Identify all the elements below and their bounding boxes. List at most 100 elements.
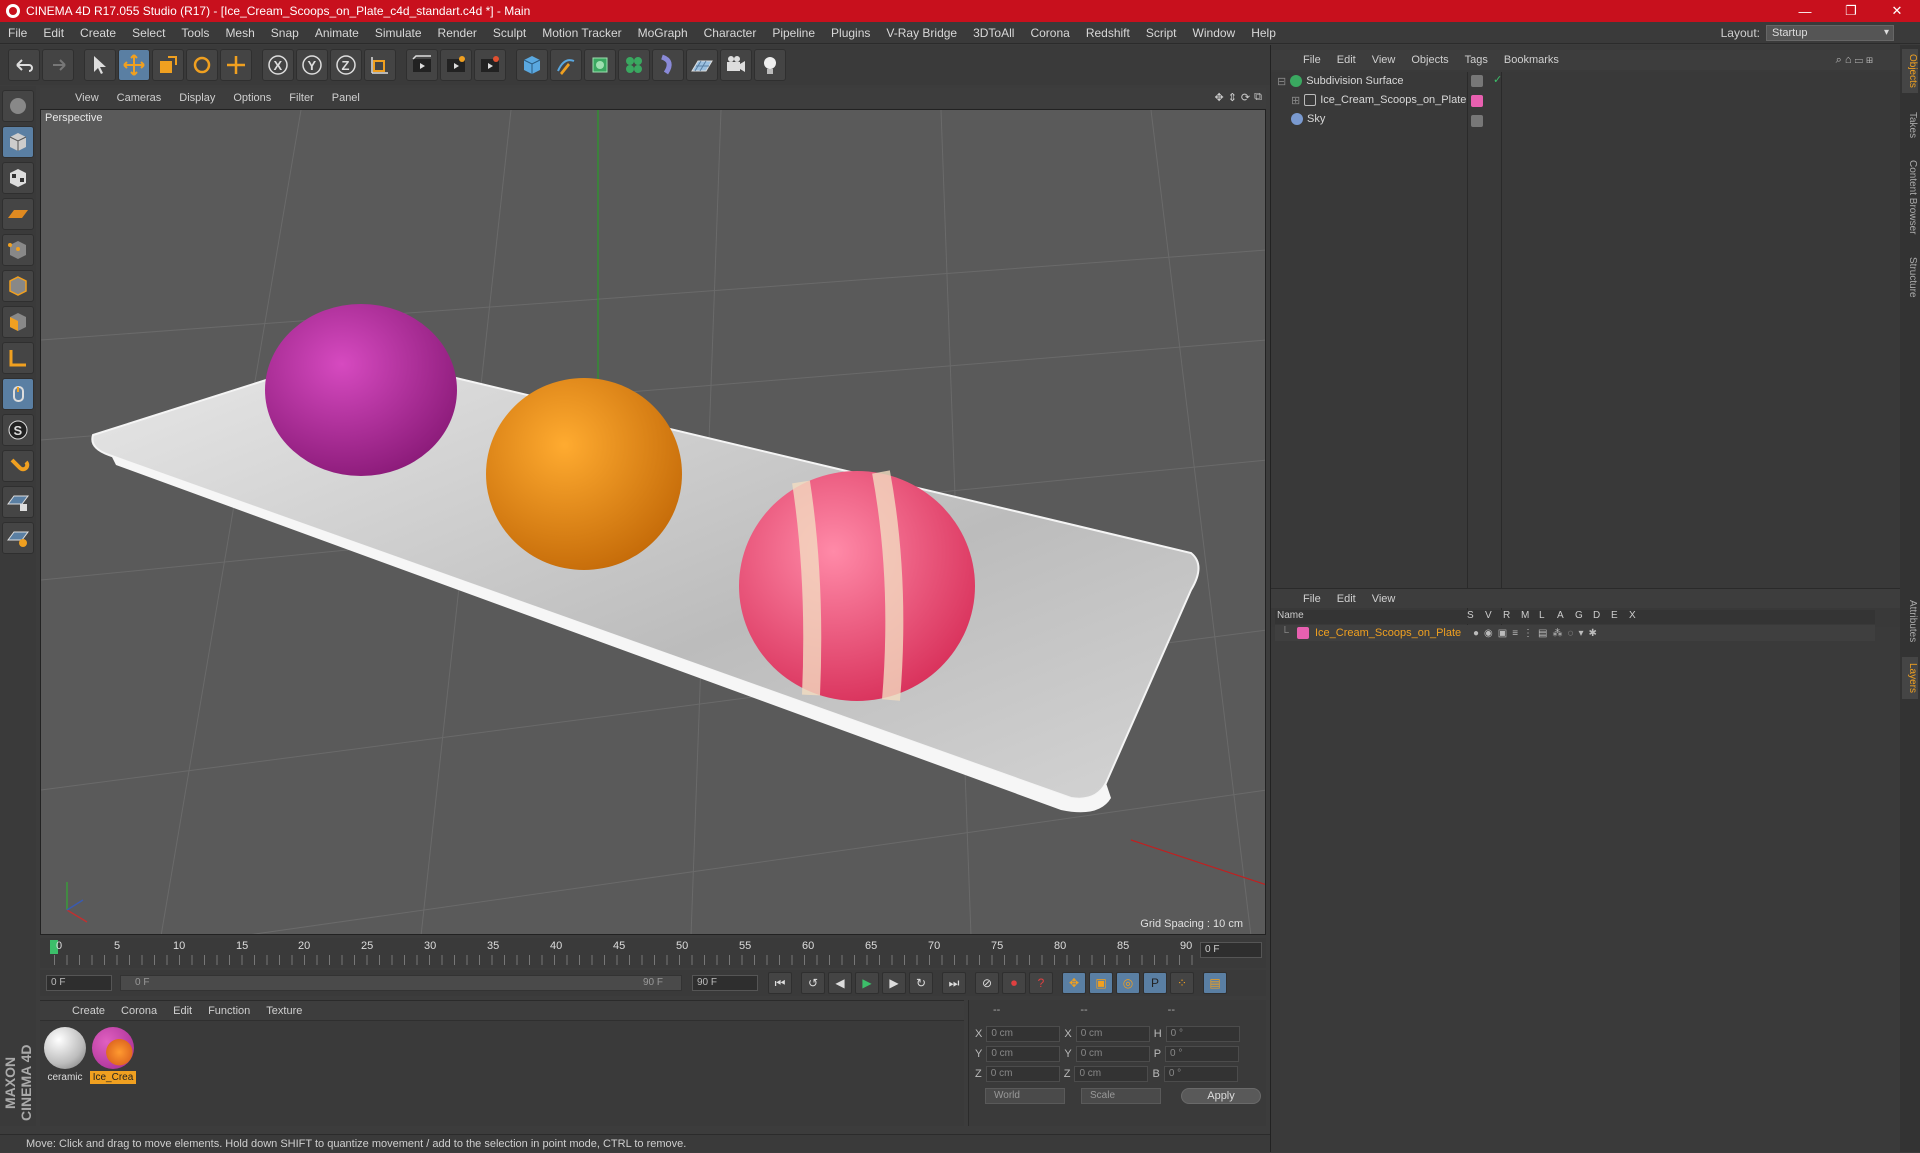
menu-file[interactable]: File	[0, 26, 35, 40]
size-y-field[interactable]: 0 cm	[1075, 1046, 1150, 1062]
material-menu-corona[interactable]: Corona	[113, 1005, 165, 1017]
viewport-menu-panel[interactable]: Panel	[323, 92, 369, 104]
record-keys-icon[interactable]: ⏺	[1002, 972, 1026, 994]
axis-mode-icon[interactable]	[2, 342, 34, 374]
material-ice-cream[interactable]: Ice_Crea	[90, 1027, 136, 1087]
layer-col-manager[interactable]: M	[1521, 610, 1539, 624]
orange-ice-cream-scoop[interactable]	[486, 378, 682, 570]
end-frame-field[interactable]: 90 F	[692, 975, 758, 991]
key-pla-icon[interactable]: ⁘	[1170, 972, 1194, 994]
autokey-icon[interactable]: ?	[1029, 972, 1053, 994]
tree-expander-icon[interactable]: ⊟	[1277, 75, 1286, 88]
layer-color-icon[interactable]	[1297, 627, 1309, 639]
move-tool-icon[interactable]	[118, 49, 150, 81]
camera-icon[interactable]	[720, 49, 752, 81]
layer-col-name[interactable]: Name	[1275, 610, 1467, 624]
close-button[interactable]: ✕	[1874, 0, 1920, 22]
tree-expander-icon[interactable]: ⊞	[1291, 94, 1300, 107]
tab-content-browser[interactable]: Content Browser	[1902, 149, 1918, 245]
layer-col-animation[interactable]: A	[1557, 610, 1575, 624]
render-view-icon[interactable]	[406, 49, 438, 81]
layer-toggle-icon[interactable]	[1471, 75, 1483, 87]
tab-objects[interactable]: Objects	[1902, 49, 1918, 93]
menu-3dtoall[interactable]: 3DToAll	[965, 26, 1022, 40]
viewport-menu-view[interactable]: View	[66, 92, 108, 104]
layer-col-xref[interactable]: X	[1629, 610, 1647, 624]
deformer-icon[interactable]	[652, 49, 684, 81]
menu-render[interactable]: Render	[430, 26, 485, 40]
layer-col-generators[interactable]: G	[1575, 610, 1593, 624]
menu-script[interactable]: Script	[1138, 26, 1185, 40]
goto-end-icon[interactable]: ⏭	[942, 972, 966, 994]
z-axis-icon[interactable]: Z	[330, 49, 362, 81]
viewport-menu-display[interactable]: Display	[170, 92, 224, 104]
menu-select[interactable]: Select	[124, 26, 173, 40]
viewport-move-icon[interactable]: ✥	[1214, 91, 1223, 104]
next-frame-icon[interactable]: ▶	[882, 972, 906, 994]
spline-pen-icon[interactable]	[550, 49, 582, 81]
viewport-maximize-icon[interactable]: ⧉	[1254, 91, 1262, 104]
key-parameter-icon[interactable]: P	[1143, 972, 1167, 994]
next-key-icon[interactable]: ↻	[909, 972, 933, 994]
menu-mesh[interactable]: Mesh	[217, 26, 262, 40]
layer-color-icon[interactable]	[1471, 95, 1483, 107]
size-x-field[interactable]: 0 cm	[1075, 1026, 1150, 1042]
undo-icon[interactable]	[8, 49, 40, 81]
key-rotation-icon[interactable]: ◎	[1116, 972, 1140, 994]
objects-menu-view[interactable]: View	[1364, 54, 1404, 66]
model-mode-icon[interactable]	[2, 126, 34, 158]
x-axis-icon[interactable]: X	[262, 49, 294, 81]
menu-plugins[interactable]: Plugins	[823, 26, 878, 40]
menu-corona[interactable]: Corona	[1022, 26, 1077, 40]
timeline-ruler[interactable]: 0 5 10 15 20 25 30 35 40 45 50 55 60 65 …	[40, 938, 1266, 968]
layer-flag-icons[interactable]: ●◉▣≡⋮▤⁂◌▾✱	[1473, 628, 1602, 639]
make-editable-icon[interactable]	[2, 90, 34, 122]
position-z-field[interactable]: 0 cm	[985, 1066, 1060, 1082]
objects-menu-tags[interactable]: Tags	[1457, 54, 1496, 66]
object-row-sky[interactable]: Sky	[1291, 110, 1325, 128]
subdivision-surface-icon[interactable]	[584, 49, 616, 81]
layers-menu-view[interactable]: View	[1364, 593, 1404, 605]
cube-primitive-icon[interactable]	[516, 49, 548, 81]
menu-sculpt[interactable]: Sculpt	[485, 26, 534, 40]
redo-icon[interactable]	[42, 49, 74, 81]
workplane-lock-icon[interactable]	[2, 486, 34, 518]
apply-button[interactable]: Apply	[1181, 1088, 1261, 1104]
snap-icon[interactable]: S	[2, 414, 34, 446]
layer-row[interactable]: └ Ice_Cream_Scoops_on_Plate ●◉▣≡⋮▤⁂◌▾✱	[1275, 625, 1875, 641]
material-menu-create[interactable]: Create	[64, 1005, 113, 1017]
scale-mode-dropdown[interactable]: Scale	[1081, 1088, 1161, 1104]
render-picture-viewer-icon[interactable]	[440, 49, 472, 81]
rotation-h-field[interactable]: 0 °	[1165, 1026, 1240, 1042]
menu-motion-tracker[interactable]: Motion Tracker	[534, 26, 629, 40]
menu-help[interactable]: Help	[1243, 26, 1284, 40]
material-menu-edit[interactable]: Edit	[165, 1005, 200, 1017]
perspective-viewport[interactable]: Perspective Grid Spacing : 10 cm	[40, 109, 1266, 935]
object-row-ice-cream[interactable]: ⊞ Ice_Cream_Scoops_on_Plate	[1291, 91, 1466, 109]
menu-tools[interactable]: Tools	[173, 26, 217, 40]
workplane-mode-icon[interactable]	[2, 198, 34, 230]
menu-create[interactable]: Create	[72, 26, 124, 40]
layout-dropdown[interactable]: Startup	[1766, 25, 1894, 41]
current-frame-field[interactable]: 0 F	[1200, 942, 1262, 958]
maximize-button[interactable]: ❐	[1828, 0, 1874, 22]
key-position-icon[interactable]: ✥	[1062, 972, 1086, 994]
layer-col-expressions[interactable]: E	[1611, 610, 1629, 624]
menu-mograph[interactable]: MoGraph	[630, 26, 696, 40]
size-z-field[interactable]: 0 cm	[1074, 1066, 1149, 1082]
viewport-zoom-icon[interactable]: ⇕	[1228, 91, 1237, 104]
object-search-icon[interactable]: ⌕ ⌂ ▭ ⊞	[1836, 54, 1873, 67]
play-icon[interactable]: ▶	[855, 972, 879, 994]
tweak-mode-icon[interactable]	[2, 378, 34, 410]
material-menu-function[interactable]: Function	[200, 1005, 258, 1017]
select-arrow-icon[interactable]	[84, 49, 116, 81]
objects-menu-objects[interactable]: Objects	[1403, 54, 1456, 66]
rotation-p-field[interactable]: 0 °	[1165, 1046, 1240, 1062]
viewport-menu-filter[interactable]: Filter	[280, 92, 322, 104]
coordinate-mode-dropdown[interactable]: World	[985, 1088, 1065, 1104]
minimize-button[interactable]: —	[1782, 0, 1828, 22]
key-scale-icon[interactable]: ▣	[1089, 972, 1113, 994]
menu-character[interactable]: Character	[696, 26, 765, 40]
position-y-field[interactable]: 0 cm	[986, 1046, 1061, 1062]
menu-snap[interactable]: Snap	[263, 26, 307, 40]
